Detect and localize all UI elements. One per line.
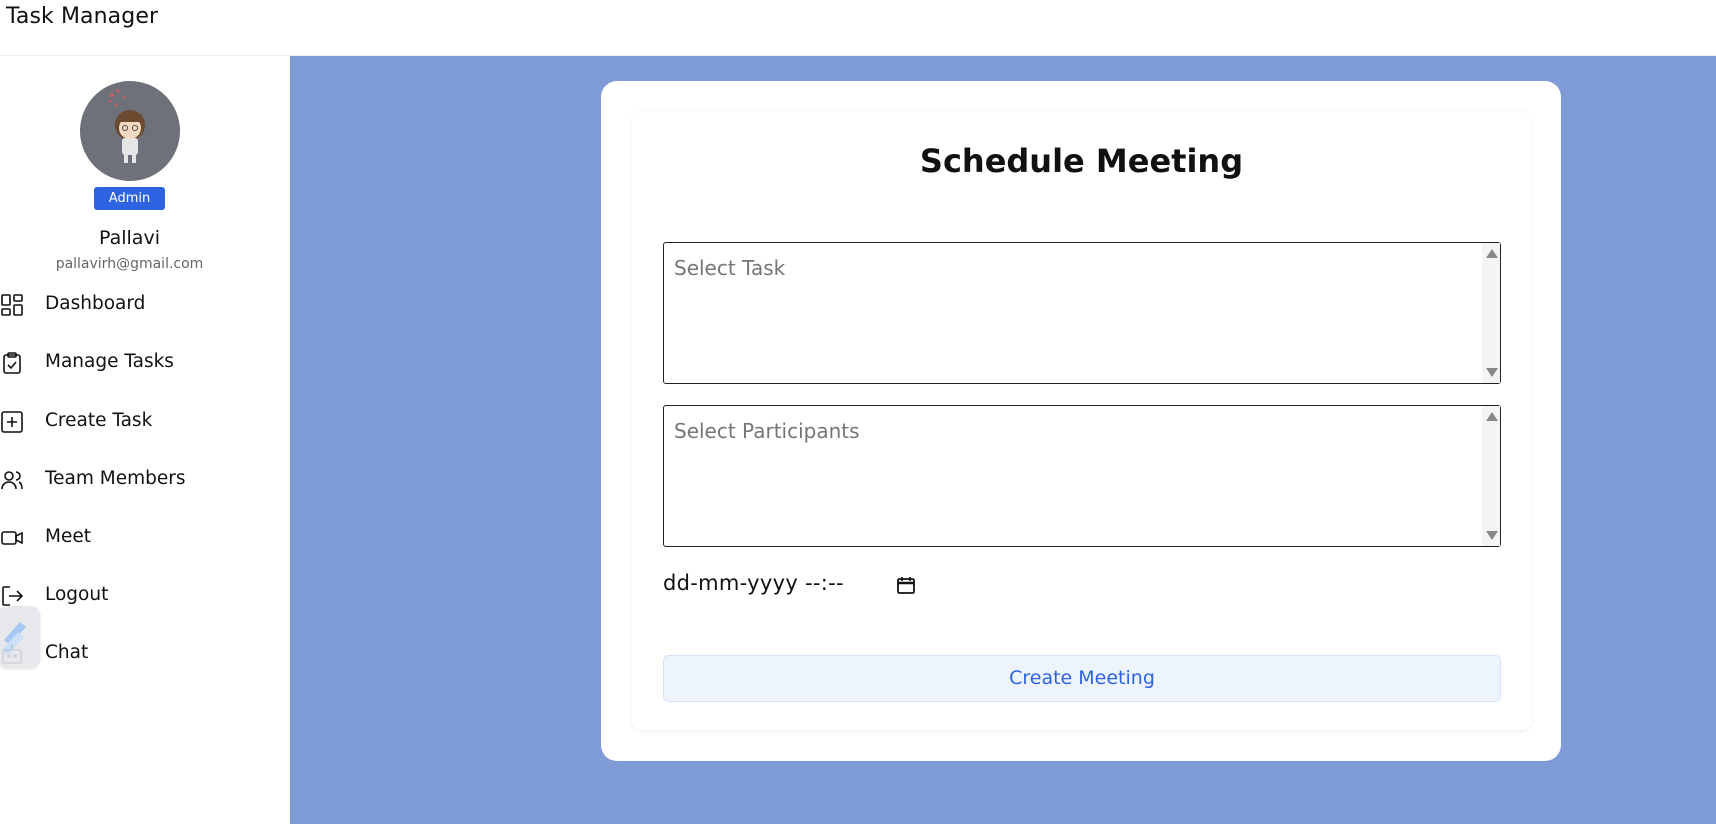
sidebar-item-label: Logout — [45, 584, 109, 605]
user-name: Pallavi — [99, 227, 160, 249]
scroll-down-arrow-icon[interactable] — [1486, 531, 1498, 540]
sidebar-item-label: Dashboard — [45, 293, 146, 314]
task-select[interactable]: Select Task — [663, 242, 1501, 384]
dashboard-icon — [0, 293, 24, 317]
clipboard-check-icon — [0, 351, 24, 375]
task-select-scrollbar[interactable] — [1482, 243, 1500, 383]
avatar-illustration — [108, 89, 145, 163]
sidebar-item-meet[interactable]: Meet — [0, 518, 260, 558]
user-email: pallavirh@gmail.com — [55, 256, 204, 272]
scroll-up-arrow-icon[interactable] — [1486, 412, 1498, 421]
logout-icon — [0, 584, 24, 608]
datetime-value: dd-mm-yyyy --:-- — [663, 571, 844, 595]
role-badge: Admin — [94, 187, 165, 210]
task-select-placeholder: Select Task — [674, 256, 786, 280]
create-meeting-button[interactable]: Create Meeting — [663, 655, 1501, 702]
avatar — [80, 81, 180, 181]
scroll-up-arrow-icon[interactable] — [1486, 249, 1498, 258]
sidebar-item-label: Meet — [45, 526, 91, 547]
participants-select-scrollbar[interactable] — [1482, 406, 1500, 546]
assistant-icon — [2, 622, 26, 655]
meeting-form: Schedule Meeting Select Task Select Part… — [632, 112, 1531, 730]
calendar-icon[interactable] — [896, 575, 916, 595]
top-bar: Task Manager — [0, 0, 1716, 56]
meeting-datetime-input[interactable]: dd-mm-yyyy --:-- — [663, 571, 923, 601]
page-title: Schedule Meeting — [919, 142, 1244, 180]
video-icon — [0, 526, 24, 550]
sidebar-item-label: Chat — [45, 642, 89, 663]
participants-select[interactable]: Select Participants — [663, 405, 1501, 547]
sidebar-item-manage-tasks[interactable]: Manage Tasks — [0, 343, 260, 383]
participants-select-placeholder: Select Participants — [674, 419, 860, 443]
sidebar-item-create-task[interactable]: Create Task — [0, 402, 260, 442]
scroll-down-arrow-icon[interactable] — [1486, 368, 1498, 377]
assistant-widget-button[interactable] — [0, 606, 40, 668]
meeting-card: Schedule Meeting Select Task Select Part… — [601, 81, 1561, 761]
sidebar-item-label: Manage Tasks — [45, 351, 174, 372]
sidebar-item-label: Team Members — [45, 468, 186, 489]
main-content: Schedule Meeting Select Task Select Part… — [290, 56, 1716, 824]
users-icon — [0, 468, 24, 492]
sidebar-item-team-members[interactable]: Team Members — [0, 460, 260, 500]
sidebar-item-label: Create Task — [45, 410, 153, 431]
app-title: Task Manager — [6, 4, 159, 29]
sidebar-item-dashboard[interactable]: Dashboard — [0, 285, 260, 325]
plus-square-icon — [0, 410, 24, 434]
sidebar: Admin Pallavi pallavirh@gmail.com Dashbo… — [0, 56, 290, 824]
